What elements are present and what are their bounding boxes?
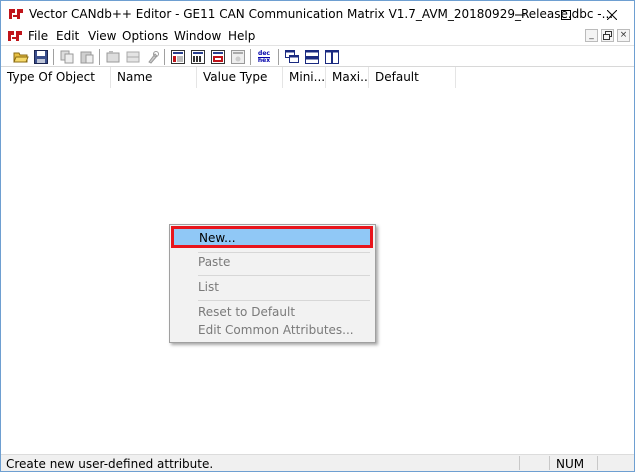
tile-horizontal-icon[interactable] <box>304 49 320 65</box>
status-panel-divider <box>549 456 550 470</box>
properties-icon[interactable] <box>105 49 121 65</box>
menu-view[interactable]: View <box>88 29 116 43</box>
context-menu-item-paste[interactable]: Paste <box>198 255 230 269</box>
context-menu-item-new[interactable]: New... <box>171 226 373 248</box>
toolbar-separator <box>250 49 252 65</box>
status-panel-divider <box>597 456 598 470</box>
context-menu-item-list[interactable]: List <box>198 280 219 294</box>
toolbar-separator <box>278 49 280 65</box>
paste-icon[interactable] <box>79 49 95 65</box>
menu-separator <box>198 300 370 301</box>
context-menu-item-reset-to-default[interactable]: Reset to Default <box>198 305 295 319</box>
open-icon[interactable] <box>13 49 29 65</box>
toolbar-separator <box>164 49 166 65</box>
close-button[interactable] <box>589 1 635 28</box>
column-header: Type Of Object Name Value Type Mini... M… <box>1 67 634 88</box>
menu-separator <box>198 275 370 276</box>
view-2-icon[interactable] <box>190 49 206 65</box>
view-3-icon[interactable] <box>210 49 226 65</box>
cascade-icon[interactable] <box>284 49 300 65</box>
minimize-button[interactable] <box>497 1 543 28</box>
context-menu-item-new-label: New... <box>199 231 236 245</box>
column-type-of-object[interactable]: Type Of Object <box>1 67 111 88</box>
maximize-button[interactable] <box>543 1 589 28</box>
menu-window[interactable]: Window <box>174 29 221 43</box>
toolbar-separator <box>99 49 101 65</box>
mdi-restore-button[interactable] <box>601 29 614 42</box>
column-name[interactable]: Name <box>111 67 197 88</box>
copy-icon[interactable] <box>59 49 75 65</box>
column-default[interactable]: Default <box>369 67 456 88</box>
view-1-icon[interactable] <box>170 49 186 65</box>
menu-options[interactable]: Options <box>122 29 168 43</box>
menu-bar: File Edit View Options Window Help _ × <box>1 28 634 45</box>
title-bar: Vector CANdb++ Editor - GE11 CAN Communi… <box>1 1 634 28</box>
menu-edit[interactable]: Edit <box>56 29 79 43</box>
toolbar-separator <box>53 49 55 65</box>
view-4-icon[interactable] <box>230 49 246 65</box>
tool-icon[interactable] <box>145 49 161 65</box>
save-icon[interactable] <box>33 49 49 65</box>
num-lock-indicator: NUM <box>556 457 585 471</box>
column-value-type[interactable]: Value Type <box>197 67 283 88</box>
status-bar: Create new user-defined attribute. NUM <box>1 454 634 471</box>
column-minimum[interactable]: Mini... <box>283 67 326 88</box>
app-window: Vector CANdb++ Editor - GE11 CAN Communi… <box>0 0 635 472</box>
grid-icon[interactable] <box>125 49 141 65</box>
mdi-close-button[interactable]: × <box>617 29 630 42</box>
candb-app-icon <box>8 7 24 21</box>
column-maximum[interactable]: Maxi... <box>326 67 369 88</box>
menu-separator <box>198 252 370 253</box>
document-icon[interactable] <box>7 29 23 43</box>
status-panel-divider <box>519 456 520 470</box>
menu-file[interactable]: File <box>28 29 48 43</box>
status-message: Create new user-defined attribute. <box>6 457 214 471</box>
mdi-controls: _ × <box>585 29 630 42</box>
context-menu-item-edit-common-attributes[interactable]: Edit Common Attributes... <box>198 323 354 337</box>
toolbar: dec hex <box>1 45 634 67</box>
tile-vertical-icon[interactable] <box>324 49 340 65</box>
dec-hex-icon[interactable]: dec hex <box>255 48 273 66</box>
menu-help[interactable]: Help <box>228 29 255 43</box>
mdi-minimize-button[interactable]: _ <box>585 29 598 42</box>
context-menu: New... Paste List Reset to Default Edit … <box>169 224 376 343</box>
